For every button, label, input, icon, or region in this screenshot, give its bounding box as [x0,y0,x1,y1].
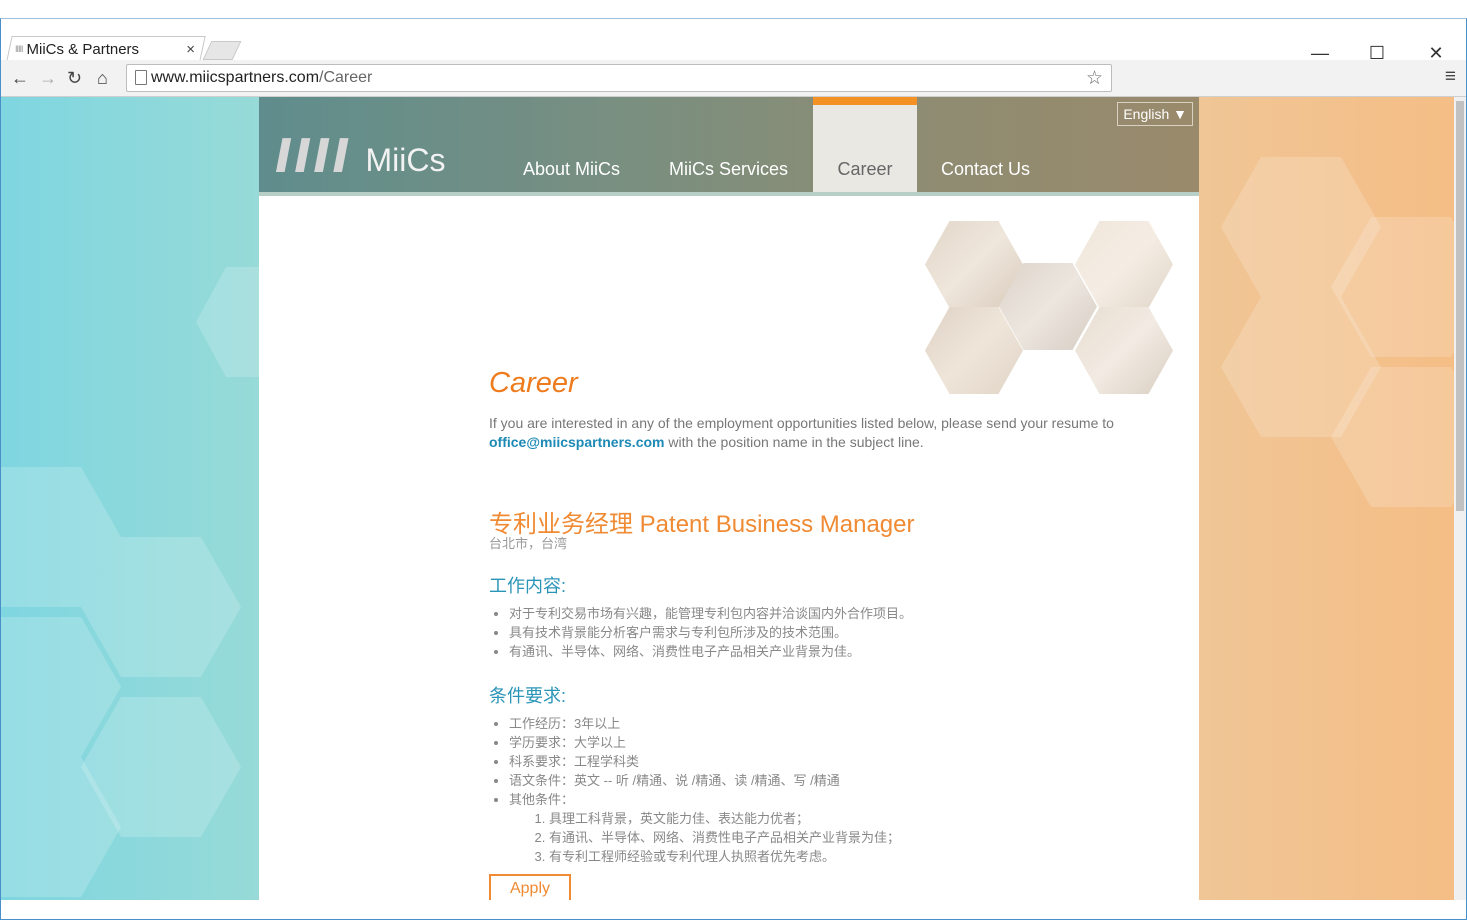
site-container: IIII MiiCs About MiiCs MiiCs Services Ca… [259,97,1199,900]
list-item: 其他条件： 具理工科背景，英文能力佳、表达能力优者； 有通讯、半导体、网络、消费… [509,790,900,866]
browser-tab[interactable]: IIIII MiiCs & Partners × [15,37,195,61]
tab-bar: IIIII MiiCs & Partners × — ☐ ✕ [1,19,1466,63]
scrollbar[interactable] [1454,97,1466,900]
list-item: 有通讯、半导体、网络、消费性电子产品相关产业背景为佳； [549,828,900,847]
list-item: 工作经历：3年以上 [509,714,900,733]
list-item: 科系要求：工程学科类 [509,752,900,771]
other-conditions-list: 具理工科背景，英文能力佳、表达能力优者； 有通讯、半导体、网络、消费性电子产品相… [509,809,900,866]
new-tab-button[interactable] [202,41,242,60]
list-item: 具理工科背景，英文能力佳、表达能力优者； [549,809,900,828]
list-item: 对于专利交易市场有兴趣，能管理专利包内容并洽谈国内外合作项目。 [509,604,912,623]
list-item: 有通讯、半导体、网络、消费性电子产品相关产业背景为佳。 [509,642,912,661]
intro-after: with the position name in the subject li… [668,434,924,450]
intro-text: If you are interested in any of the empl… [489,414,1169,452]
tab-title: MiiCs & Partners [26,40,140,58]
favicon-icon: IIIII [15,44,23,54]
page-icon [135,70,147,85]
url-path: /Career [319,69,373,86]
page-viewport: IIII MiiCs About MiiCs MiiCs Services Ca… [1,97,1466,900]
list-item: 具有技术背景能分析客户需求与专利包所涉及的技术范围。 [509,623,912,642]
decor-hexagon [1075,307,1173,394]
home-icon[interactable]: ⌂ [97,68,108,89]
url-text[interactable]: www.miicspartners.com/Career [151,69,372,87]
reload-icon[interactable]: ↻ [67,68,82,89]
nav-services[interactable]: MiiCs Services [669,97,788,192]
miics-logo[interactable]: IIII MiiCs [275,127,445,179]
star-icon[interactable]: ☆ [1086,67,1103,90]
duties-list: 对于专利交易市场有兴趣，能管理专利包内容并洽谈国内外合作项目。 具有技术背景能分… [489,604,912,661]
address-bar[interactable]: www.miicspartners.com/Career ☆ [126,64,1112,92]
menu-icon[interactable]: ≡ [1445,66,1456,88]
nav-contact[interactable]: Contact Us [941,97,1030,192]
list-item: 学历要求：大学以上 [509,733,900,752]
job-location: 台北市，台湾 [489,536,568,551]
window-top-strip [0,0,1467,18]
apply-button[interactable]: Apply [489,874,571,900]
logo-text: MiiCs [365,142,446,178]
nav-career[interactable]: Career [813,97,917,192]
forward-icon[interactable]: → [39,68,57,89]
page-title: Career [489,367,578,399]
requirements-heading: 条件要求: [489,686,567,706]
list-item: 语文条件：英文 -- 听 /精通、说 /精通、读 /精通、写 /精通 [509,771,900,790]
url-host: www.miicspartners.com [151,69,320,86]
nav-about[interactable]: About MiiCs [523,97,620,192]
language-select[interactable]: English ▼ [1117,102,1193,126]
duties-heading: 工作内容: [489,576,567,596]
back-icon[interactable]: ← [11,68,29,89]
intro-before: If you are interested in any of the empl… [489,415,1114,431]
requirements-list: 工作经历：3年以上 学历要求：大学以上 科系要求：工程学科类 语文条件：英文 -… [489,714,900,866]
site-header: IIII MiiCs About MiiCs MiiCs Services Ca… [259,97,1199,192]
tab-close-button[interactable]: × [186,41,195,58]
scrollbar-thumb[interactable] [1456,101,1464,511]
browser-toolbar: ← → ↻ ⌂ www.miicspartners.com/Career ☆ ≡ [1,60,1466,97]
email-link[interactable]: office@miicspartners.com [489,434,665,450]
header-stripe [259,192,1199,196]
list-item: 有专利工程师经验或专利代理人执照者优先考虑。 [549,847,900,866]
logo-mark: IIII [275,129,352,183]
other-conditions-label: 其他条件： [509,792,575,807]
